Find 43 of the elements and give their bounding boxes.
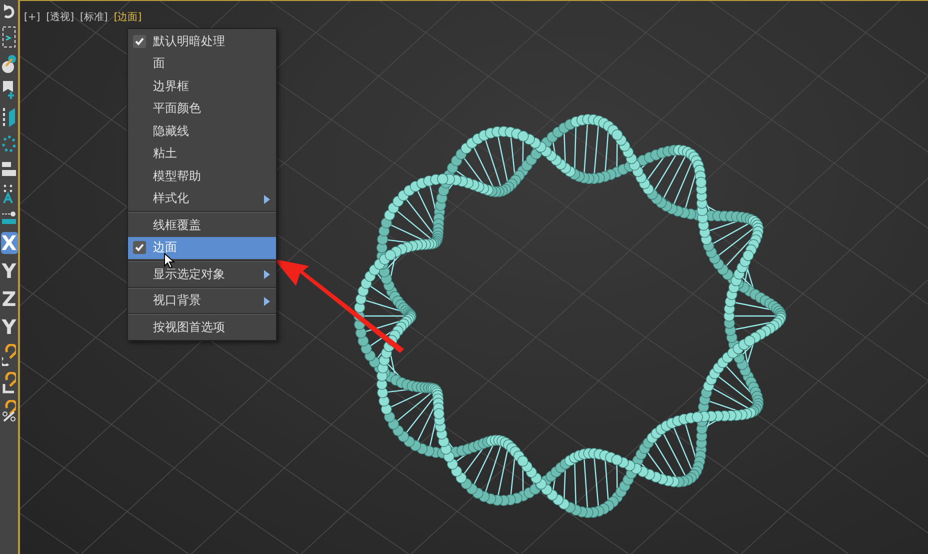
menu-item[interactable]: 粘土 [128,142,276,165]
menu-item-label: 默认明暗处理 [153,32,225,50]
menu-item-label: 平面颜色 [153,100,201,118]
menu-item-label: 面 [153,55,165,72]
axis-constraint-button[interactable]: Y [0,260,18,282]
menu-item[interactable]: 样式化 [128,188,276,210]
menu-item[interactable]: 按视图首选项 [128,316,276,338]
menu-item-label: 粘土 [153,145,177,162]
menu-item[interactable]: 隐藏线 [128,120,276,142]
paint-icon[interactable] [2,54,16,74]
menu-item[interactable]: 边界框 [128,75,276,98]
menu-item-label: 线框覆盖 [153,216,201,234]
dotted-circle-icon[interactable] [2,134,16,154]
menu-item-label: 视口背景 [153,292,201,310]
angle-snap-icon[interactable] [2,372,16,394]
axis-constraint-button[interactable]: Z [0,288,18,310]
menu-item[interactable]: 默认明暗处理 [128,30,276,52]
menu-item[interactable]: 模型帮助 [128,165,276,188]
menu-item-label: 模型帮助 [153,168,201,185]
mirror-icon[interactable] [2,106,16,128]
menu-item-label: 样式化 [153,190,189,208]
viewport-label[interactable]: [边面] [114,12,142,24]
menu-item[interactable]: 显示选定对象 [128,263,276,286]
viewport-label[interactable]: [+] [24,12,40,24]
axis-constraint-button[interactable]: Y [0,316,18,338]
menu-item-label: 隐藏线 [153,122,189,140]
selection-region-icon[interactable] [2,26,16,48]
menu-item[interactable]: 平面颜色 [128,98,276,120]
align-icon[interactable] [2,160,16,178]
viewport-label[interactable]: [透视] [46,12,74,24]
undo-icon[interactable] [2,4,16,20]
menu-item-label: 边界框 [153,78,189,95]
menu-item-label: 边面 [153,239,177,256]
mouse-cursor-icon [164,252,175,268]
ruler-icon[interactable] [2,210,16,226]
menu-item[interactable]: 面 [128,52,276,75]
menu-item[interactable]: 线框覆盖 [128,214,276,236]
menu-item-label: 按视图首选项 [153,318,225,336]
viewport-label[interactable]: [标准] [80,12,108,24]
menu-item-label: 显示选定对象 [153,266,225,283]
menu-item[interactable]: 视口背景 [128,290,276,312]
text-grid-icon[interactable] [2,184,16,204]
percent-snap-icon[interactable] [2,400,16,422]
